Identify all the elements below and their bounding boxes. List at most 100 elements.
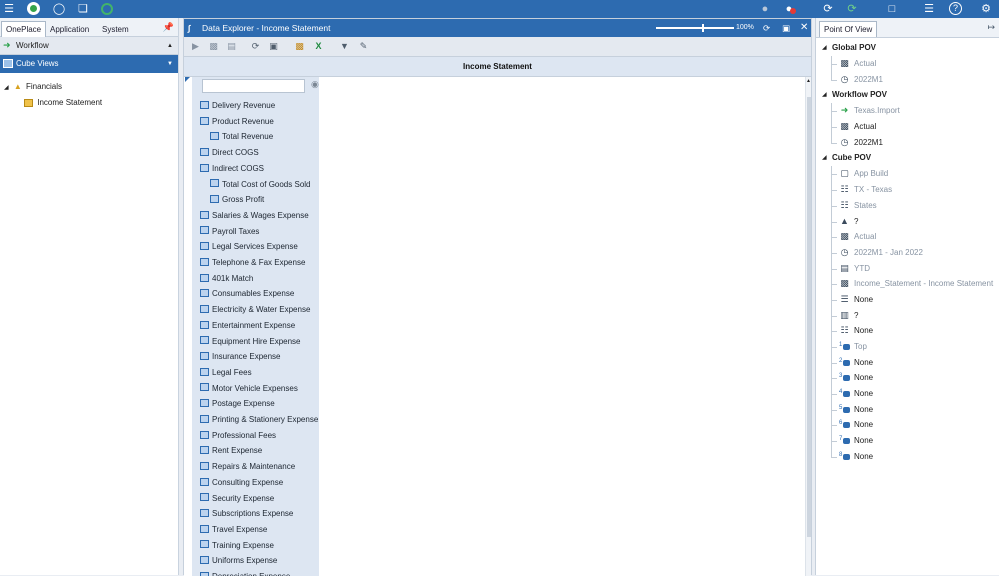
pov-item[interactable]: 1 Top xyxy=(816,339,999,355)
account-row[interactable]: Equipment Hire Expense xyxy=(200,334,301,350)
tab-system[interactable]: System xyxy=(98,22,133,37)
refresh-icon[interactable]: ⟳ xyxy=(250,41,261,52)
account-row[interactable]: 401k Match xyxy=(200,271,253,287)
expand-triangle-icon[interactable]: ◢ xyxy=(4,85,9,91)
tab-oneplace[interactable]: OnePlace xyxy=(1,21,47,37)
collapse-triangle-icon[interactable]: ◢ xyxy=(822,87,827,103)
pov-item[interactable]: ☷ TX - Texas xyxy=(816,182,999,198)
menu-icon[interactable]: ☰ xyxy=(2,2,16,16)
pov-item[interactable]: ☷ States xyxy=(816,197,999,214)
pov-item[interactable]: ◷ 2022M1 xyxy=(816,134,999,151)
tab-application[interactable]: Application xyxy=(46,22,93,37)
pov-item[interactable]: ☰ None xyxy=(816,291,999,308)
pov-item[interactable]: ▥? xyxy=(816,307,999,324)
account-row[interactable]: Consumables Expense xyxy=(200,286,294,302)
pov-item[interactable]: 3 None xyxy=(816,370,999,387)
pov-item[interactable]: ▩ Actual xyxy=(816,119,999,135)
collapse-triangle-icon[interactable]: ◢ xyxy=(822,40,827,56)
settings-grid-icon[interactable]: ⚙ xyxy=(979,2,993,16)
pov-item[interactable]: ▩ Actual xyxy=(816,56,999,72)
account-row[interactable]: Security Expense xyxy=(200,491,274,507)
account-row[interactable]: Legal Fees xyxy=(200,365,252,381)
pov-item[interactable]: 4 None xyxy=(816,386,999,402)
account-row[interactable]: Printing & Stationery Expense xyxy=(200,412,318,428)
zoom-slider[interactable] xyxy=(656,24,734,32)
pov-item[interactable]: 6 None xyxy=(816,417,999,434)
account-row[interactable]: Indirect COGS xyxy=(200,161,264,177)
clipboard-icon[interactable]: □ xyxy=(885,2,899,16)
pov-item[interactable]: 7 None xyxy=(816,433,999,449)
pov-section-header[interactable]: ◢ Global POV xyxy=(816,40,999,56)
account-row[interactable]: Rent Expense xyxy=(200,443,262,459)
account-row[interactable]: Delivery Revenue xyxy=(200,98,275,114)
sync-icon[interactable]: ⟳ xyxy=(821,2,835,16)
maximize-icon[interactable]: ▣ xyxy=(782,19,790,37)
account-row[interactable]: Total Revenue xyxy=(210,129,273,145)
refresh-circle-icon[interactable] xyxy=(100,2,114,16)
status-circle-icon[interactable] xyxy=(27,2,40,15)
account-row[interactable]: Repairs & Maintenance xyxy=(200,459,295,475)
scrollbar-thumb[interactable] xyxy=(807,97,811,537)
pov-section-header[interactable]: ◢ Cube POV xyxy=(816,150,999,166)
tree-node-income-statement[interactable]: Income Statement xyxy=(0,95,178,111)
sync-green-icon[interactable]: ⟳ xyxy=(845,2,859,16)
cube-views-section-header[interactable]: Cube Views ▼ xyxy=(0,55,178,73)
delete-icon[interactable]: ▤ xyxy=(226,41,237,52)
run-icon[interactable]: ▶ xyxy=(190,41,201,52)
account-row[interactable]: Travel Expense xyxy=(200,522,267,538)
pov-item[interactable]: ◷ 2022M1 xyxy=(816,71,999,88)
tab-point-of-view[interactable]: Point Of View xyxy=(819,21,878,37)
pov-item[interactable]: ▢ App Build xyxy=(816,166,999,183)
pov-item[interactable]: ▤ YTD xyxy=(816,260,999,277)
caret-up-icon[interactable]: ▲ xyxy=(167,37,173,55)
globe-icon[interactable]: ◯ xyxy=(52,2,66,16)
tree-node-financials[interactable]: ◢ ▲ Financials xyxy=(0,79,178,95)
account-row[interactable]: Product Revenue xyxy=(200,114,274,130)
collapse-triangle-icon[interactable]: ◢ xyxy=(822,150,827,166)
account-row[interactable]: Training Expense xyxy=(200,538,274,554)
filter-icon[interactable]: ▼ xyxy=(339,41,350,52)
account-row[interactable]: Subscriptions Expense xyxy=(200,506,293,522)
account-row[interactable]: Uniforms Expense xyxy=(200,553,277,569)
pov-item[interactable]: 8 None xyxy=(816,448,999,465)
row-search-input[interactable] xyxy=(202,79,305,93)
pov-item[interactable]: ◷ 2022M1 - Jan 2022 xyxy=(816,244,999,261)
user-icon[interactable]: ● xyxy=(758,2,772,16)
pov-item[interactable]: ▩ Actual xyxy=(816,229,999,245)
account-row[interactable]: Salaries & Wages Expense xyxy=(200,208,309,224)
account-row[interactable]: Direct COGS xyxy=(200,145,259,161)
close-icon[interactable]: ✕ xyxy=(800,19,808,37)
pov-item[interactable]: ▩ Income_Statement - Income Statement xyxy=(816,276,999,292)
excel-export-icon[interactable]: X xyxy=(313,41,324,52)
account-row[interactable]: Legal Services Expense xyxy=(200,239,298,255)
search-binoculars-icon[interactable]: ◉ xyxy=(311,79,323,91)
pdf-export-icon[interactable]: ▩ xyxy=(294,41,305,52)
account-row[interactable]: Entertainment Expense xyxy=(200,318,295,334)
account-row[interactable]: Telephone & Fax Expense xyxy=(200,255,305,271)
vertical-scrollbar[interactable]: ▲ xyxy=(805,77,811,576)
account-row[interactable]: Electricity & Water Expense xyxy=(200,302,310,318)
user-alert-icon[interactable]: ● xyxy=(782,2,796,16)
pov-item[interactable]: ▲? xyxy=(816,213,999,230)
account-row[interactable]: Insurance Expense xyxy=(200,349,281,365)
pov-item[interactable]: 2 None xyxy=(816,354,999,371)
account-row[interactable]: Payroll Taxes xyxy=(200,224,259,240)
account-row[interactable]: Gross Profit xyxy=(210,192,264,208)
help-icon[interactable]: ? xyxy=(949,2,963,16)
account-row[interactable]: Postage Expense xyxy=(200,396,275,412)
reset-zoom-icon[interactable]: ⟳ xyxy=(763,19,770,37)
pin-icon[interactable]: ↦ xyxy=(987,22,995,33)
pov-item[interactable]: 5 None xyxy=(816,401,999,418)
edit-icon[interactable]: ✎ xyxy=(358,41,369,52)
scroll-up-arrow[interactable]: ▲ xyxy=(806,78,811,84)
document-icon[interactable]: ▩ xyxy=(208,41,219,52)
pin-icon[interactable]: 📌 xyxy=(163,22,174,33)
documents-icon[interactable]: ❏ xyxy=(76,2,90,16)
pov-section-header[interactable]: ◢ Workflow POV xyxy=(816,87,999,103)
account-row[interactable]: Consulting Expense xyxy=(200,475,283,491)
account-row[interactable]: Motor Vehicle Expenses xyxy=(200,381,298,397)
workflow-section-header[interactable]: ➜ Workflow ▲ xyxy=(0,37,178,55)
account-row[interactable]: Total Cost of Goods Sold xyxy=(210,177,311,193)
task-list-icon[interactable]: ☰ xyxy=(922,2,936,16)
save-icon[interactable]: ▣ xyxy=(268,41,279,52)
